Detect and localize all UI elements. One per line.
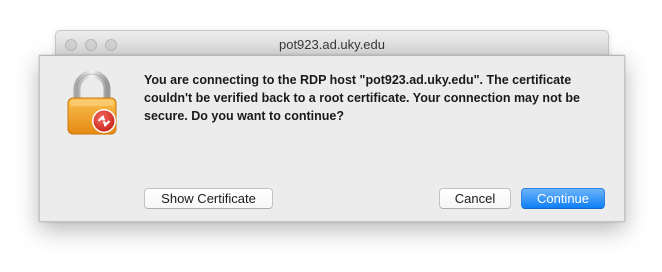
continue-button[interactable]: Continue <box>521 188 605 209</box>
cancel-button[interactable]: Cancel <box>439 188 511 209</box>
lock-with-remote-desktop-badge-icon <box>67 70 117 135</box>
screen: pot923.ad.uky.edu You are connecting to … <box>0 0 662 272</box>
window-title: pot923.ad.uky.edu <box>278 37 385 52</box>
dialog-message: You are connecting to the RDP host "pot9… <box>144 73 580 123</box>
show-certificate-button[interactable]: Show Certificate <box>144 188 273 209</box>
certificate-warning-dialog: You are connecting to the RDP host "pot9… <box>39 55 625 222</box>
